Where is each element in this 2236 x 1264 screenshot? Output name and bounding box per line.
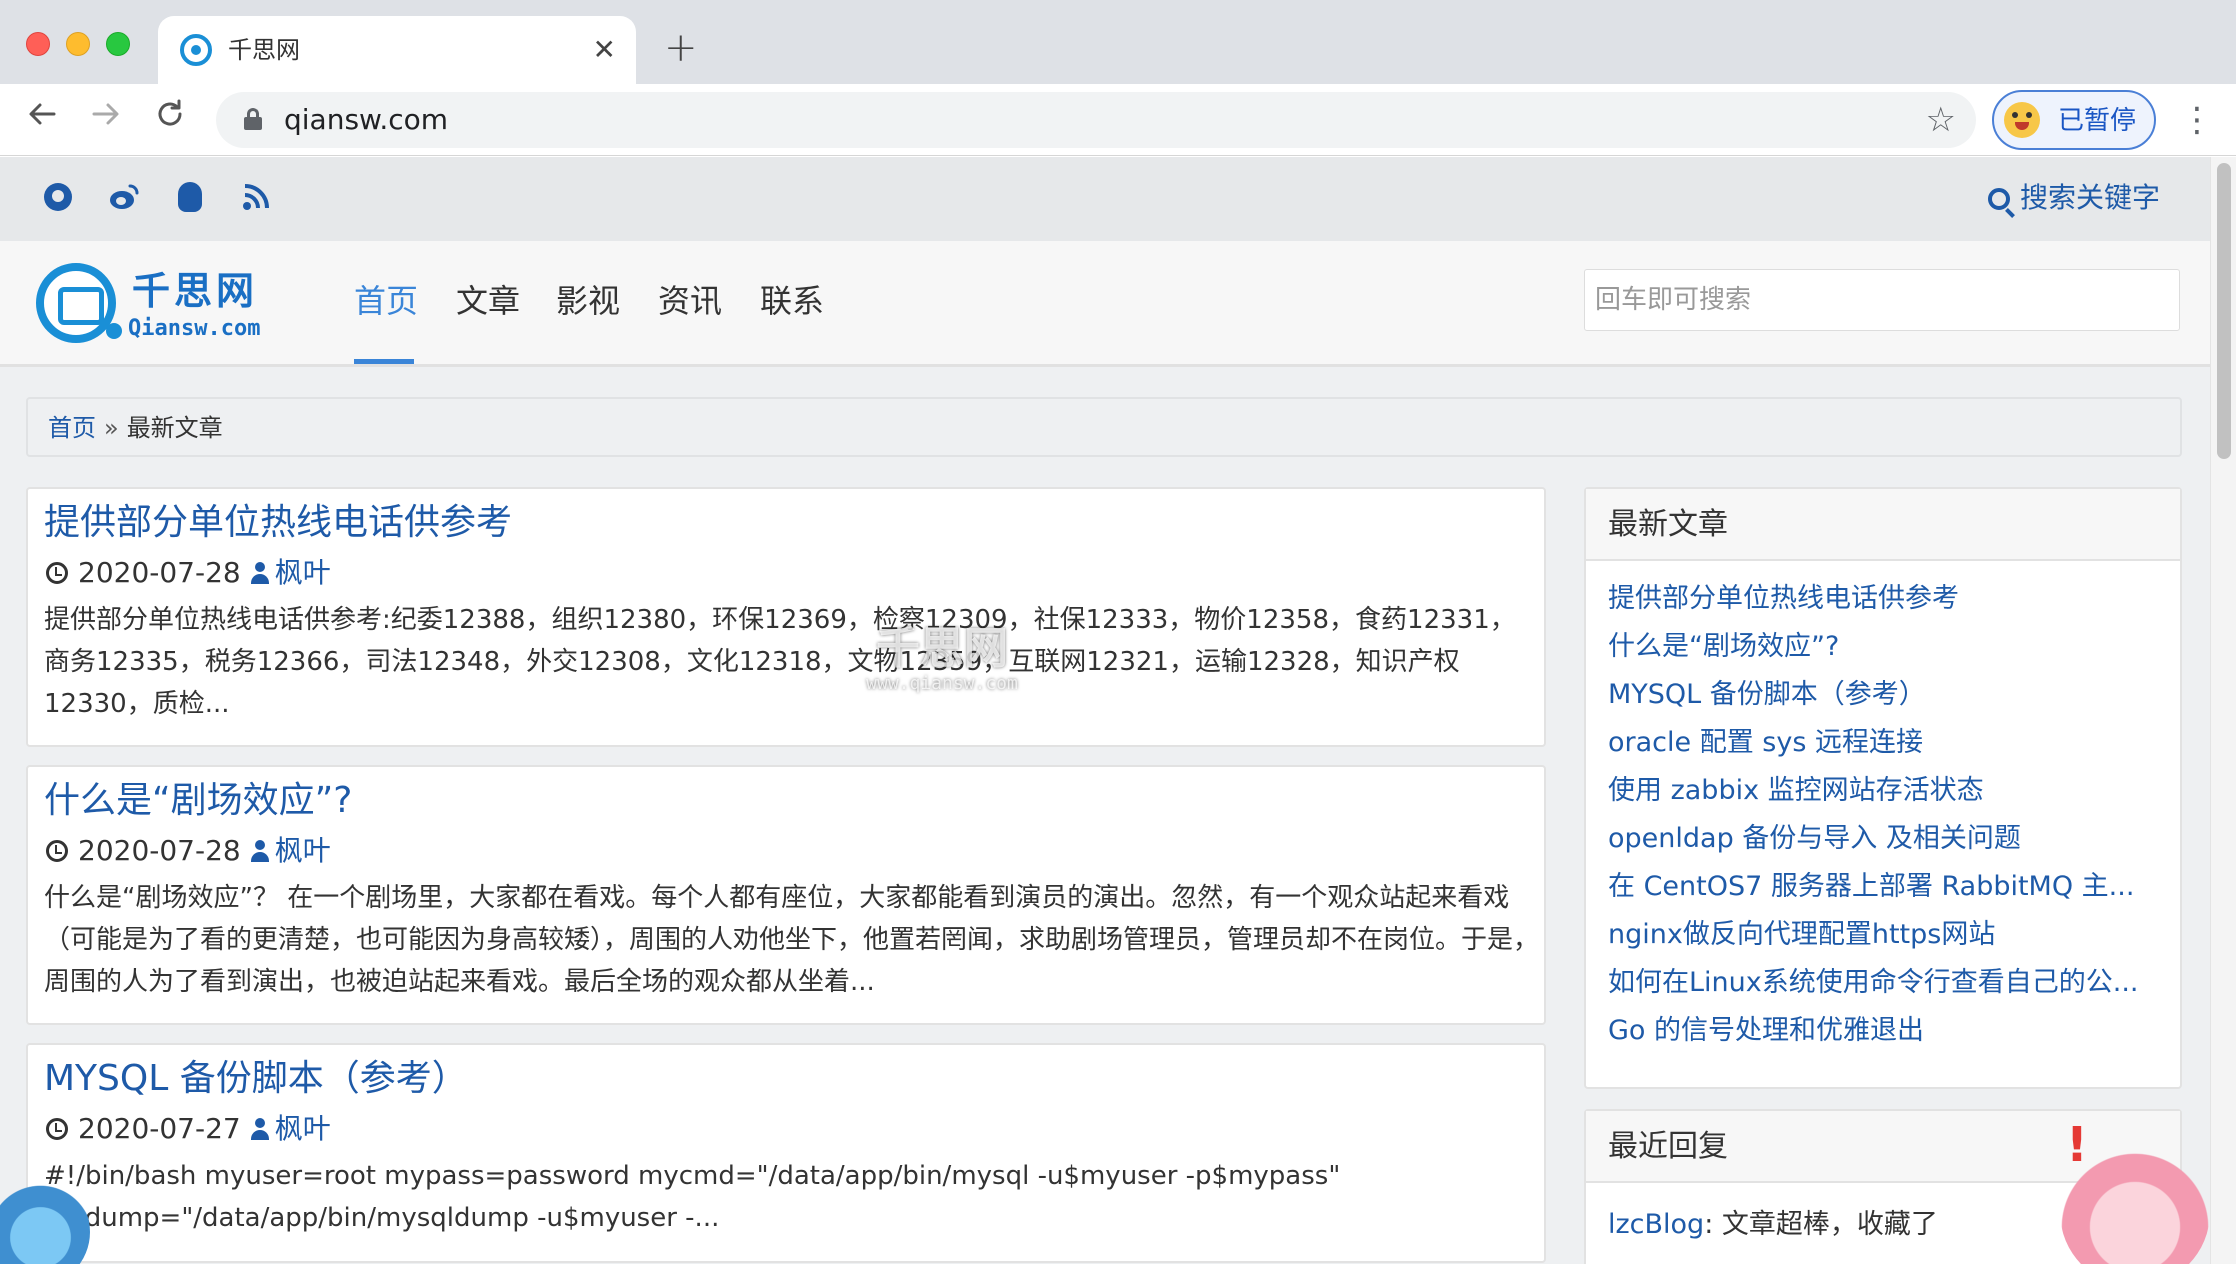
tab-close-icon[interactable]: ✕: [593, 32, 616, 68]
post-title-link[interactable]: 什么是“剧场效应”?: [44, 777, 352, 825]
post-meta: 2020-07-27 枫叶: [46, 1111, 331, 1147]
watermark-cn: 千思网: [876, 623, 1008, 674]
site-logo-icon[interactable]: [36, 263, 122, 343]
widget-title: 最新文章: [1586, 489, 2180, 561]
latest-article-link[interactable]: nginx做反向代理配置https网站: [1608, 911, 2158, 959]
post-card: 什么是“剧场效应”? 2020-07-28 枫叶 什么是“剧场效应”？ 在一个剧场…: [26, 765, 1546, 1025]
watermark-logo: 千思网 www.qiansw.com: [862, 625, 1022, 695]
search-link-label: 搜索关键字: [2019, 181, 2160, 214]
profile-button[interactable]: 已暂停: [1992, 90, 2156, 150]
post-author-link[interactable]: 枫叶: [275, 1112, 331, 1145]
user-icon: [250, 840, 269, 862]
site-favicon-icon: [180, 34, 212, 66]
latest-article-link[interactable]: 提供部分单位热线电话供参考: [1608, 575, 2158, 623]
search-link[interactable]: 搜索关键字: [1987, 179, 2160, 217]
post-card: MYSQL 备份脚本（参考） 2020-07-27 枫叶 #!/bin/bash …: [26, 1043, 1546, 1263]
post-meta: 2020-07-28 枫叶: [46, 555, 331, 591]
latest-article-link[interactable]: Go 的信号处理和优雅退出: [1608, 1007, 2158, 1055]
logo-domain[interactable]: Qiansw.com: [128, 315, 260, 343]
post-title-link[interactable]: MYSQL 备份脚本（参考）: [44, 1055, 468, 1103]
nav-news[interactable]: 资讯: [658, 279, 722, 323]
latest-article-link[interactable]: 在 CentOS7 服务器上部署 RabbitMQ 主...: [1608, 863, 2158, 911]
rss-icon[interactable]: [238, 179, 274, 215]
forward-button[interactable]: [90, 94, 122, 144]
address-bar[interactable]: qiansw.com ☆: [216, 92, 1976, 148]
latest-article-link[interactable]: 使用 zabbix 监控网站存活状态: [1608, 767, 2158, 815]
browser-toolbar: qiansw.com ☆ 已暂停 ⋮: [0, 84, 2236, 156]
post-excerpt: 什么是“剧场效应”？ 在一个剧场里，大家都在看戏。每个人都有座位，大家都能看到演…: [44, 883, 1540, 997]
clock-icon: [46, 562, 68, 584]
reload-button[interactable]: [154, 94, 186, 144]
page-scrollbar[interactable]: [2210, 157, 2236, 1264]
breadcrumb: 首页 » 最新文章: [26, 397, 2182, 457]
post-author-link[interactable]: 枫叶: [275, 556, 331, 589]
breadcrumb-home-link[interactable]: 首页: [48, 414, 96, 442]
reply-text: : 文章超棒，收藏了: [1704, 1209, 1938, 1240]
nav-contact[interactable]: 联系: [760, 279, 824, 323]
arrow-left-icon: [29, 103, 56, 125]
latest-articles-list: 提供部分单位热线电话供参考 什么是“剧场效应”? MYSQL 备份脚本（参考） …: [1586, 561, 2180, 1071]
logo-title[interactable]: 千思网: [132, 269, 258, 313]
nav-home[interactable]: 首页: [354, 279, 418, 323]
latest-articles-widget: 最新文章 提供部分单位热线电话供参考 什么是“剧场效应”? MYSQL 备份脚本…: [1584, 487, 2182, 1089]
post-author-link[interactable]: 枫叶: [275, 834, 331, 867]
window-zoom-button[interactable]: [106, 32, 130, 56]
browser-tab-strip: 千思网 ✕ +: [0, 0, 2236, 84]
mascot-exclamation-icon: !: [2066, 1117, 2088, 1173]
user-icon: [250, 1118, 269, 1140]
site-topbar: 搜索关键字: [0, 157, 2210, 241]
post-excerpt: 提供部分单位热线电话供参考:纪委12388，组织12380，环保12369，检察…: [44, 605, 1516, 719]
scrollbar-thumb[interactable]: [2217, 163, 2231, 459]
window-close-button[interactable]: [26, 32, 50, 56]
window-minimize-button[interactable]: [66, 32, 90, 56]
tab-title: 千思网: [228, 36, 300, 64]
weibo-icon[interactable]: [106, 179, 142, 215]
latest-article-link[interactable]: MYSQL 备份脚本（参考）: [1608, 671, 2158, 719]
nav-active-indicator: [354, 359, 414, 364]
post-title-link[interactable]: 提供部分单位热线电话供参考: [44, 499, 512, 547]
post-date: 2020-07-28: [78, 834, 241, 867]
nav-movies[interactable]: 影视: [556, 279, 620, 323]
site-header: 千思网 Qiansw.com 首页 文章 影视 资讯 联系: [0, 241, 2210, 367]
post-date: 2020-07-28: [78, 556, 241, 589]
qq-icon[interactable]: [172, 179, 208, 215]
back-button[interactable]: [26, 94, 58, 144]
latest-article-link[interactable]: 如何在Linux系统使用命令行查看自己的公...: [1608, 959, 2158, 1007]
bookmark-star-icon[interactable]: ☆: [1926, 100, 1956, 140]
reply-user-link[interactable]: lzcBlog: [1608, 1209, 1704, 1240]
post-card: 提供部分单位热线电话供参考 2020-07-28 枫叶 提供部分单位热线电话供参考…: [26, 487, 1546, 747]
page-viewport: 搜索关键字 千思网 Qiansw.com 首页 文章 影视 资讯 联系 首页»最…: [0, 157, 2236, 1264]
breadcrumb-current: 最新文章: [126, 414, 223, 442]
post-date: 2020-07-27: [78, 1112, 241, 1145]
clock-icon: [46, 840, 68, 862]
github-icon[interactable]: [40, 179, 76, 215]
lock-icon[interactable]: [244, 108, 262, 130]
reload-icon: [158, 99, 182, 126]
active-tab[interactable]: 千思网 ✕: [158, 16, 636, 84]
breadcrumb-separator: »: [104, 414, 119, 442]
url-text[interactable]: qiansw.com: [284, 102, 448, 138]
latest-article-link[interactable]: oracle 配置 sys 远程连接: [1608, 719, 2158, 767]
site-search-input[interactable]: [1584, 269, 2180, 331]
new-tab-button[interactable]: +: [664, 22, 698, 74]
latest-article-link[interactable]: openldap 备份与导入 及相关问题: [1608, 815, 2158, 863]
clock-icon: [46, 1118, 68, 1140]
watermark-en: www.qiansw.com: [866, 673, 1018, 694]
user-icon: [250, 562, 269, 584]
profile-avatar-icon: [2004, 102, 2040, 138]
search-icon: [1987, 188, 2010, 210]
arrow-right-icon: [92, 103, 119, 125]
latest-article-link[interactable]: 什么是“剧场效应”?: [1608, 623, 2158, 671]
post-excerpt: #!/bin/bash myuser=root mypass=password …: [44, 1161, 1341, 1233]
kebab-menu-icon[interactable]: ⋮: [2180, 98, 2214, 142]
nav-articles[interactable]: 文章: [456, 279, 520, 323]
post-meta: 2020-07-28 枫叶: [46, 833, 331, 869]
profile-status-label: 已暂停: [2058, 106, 2137, 136]
